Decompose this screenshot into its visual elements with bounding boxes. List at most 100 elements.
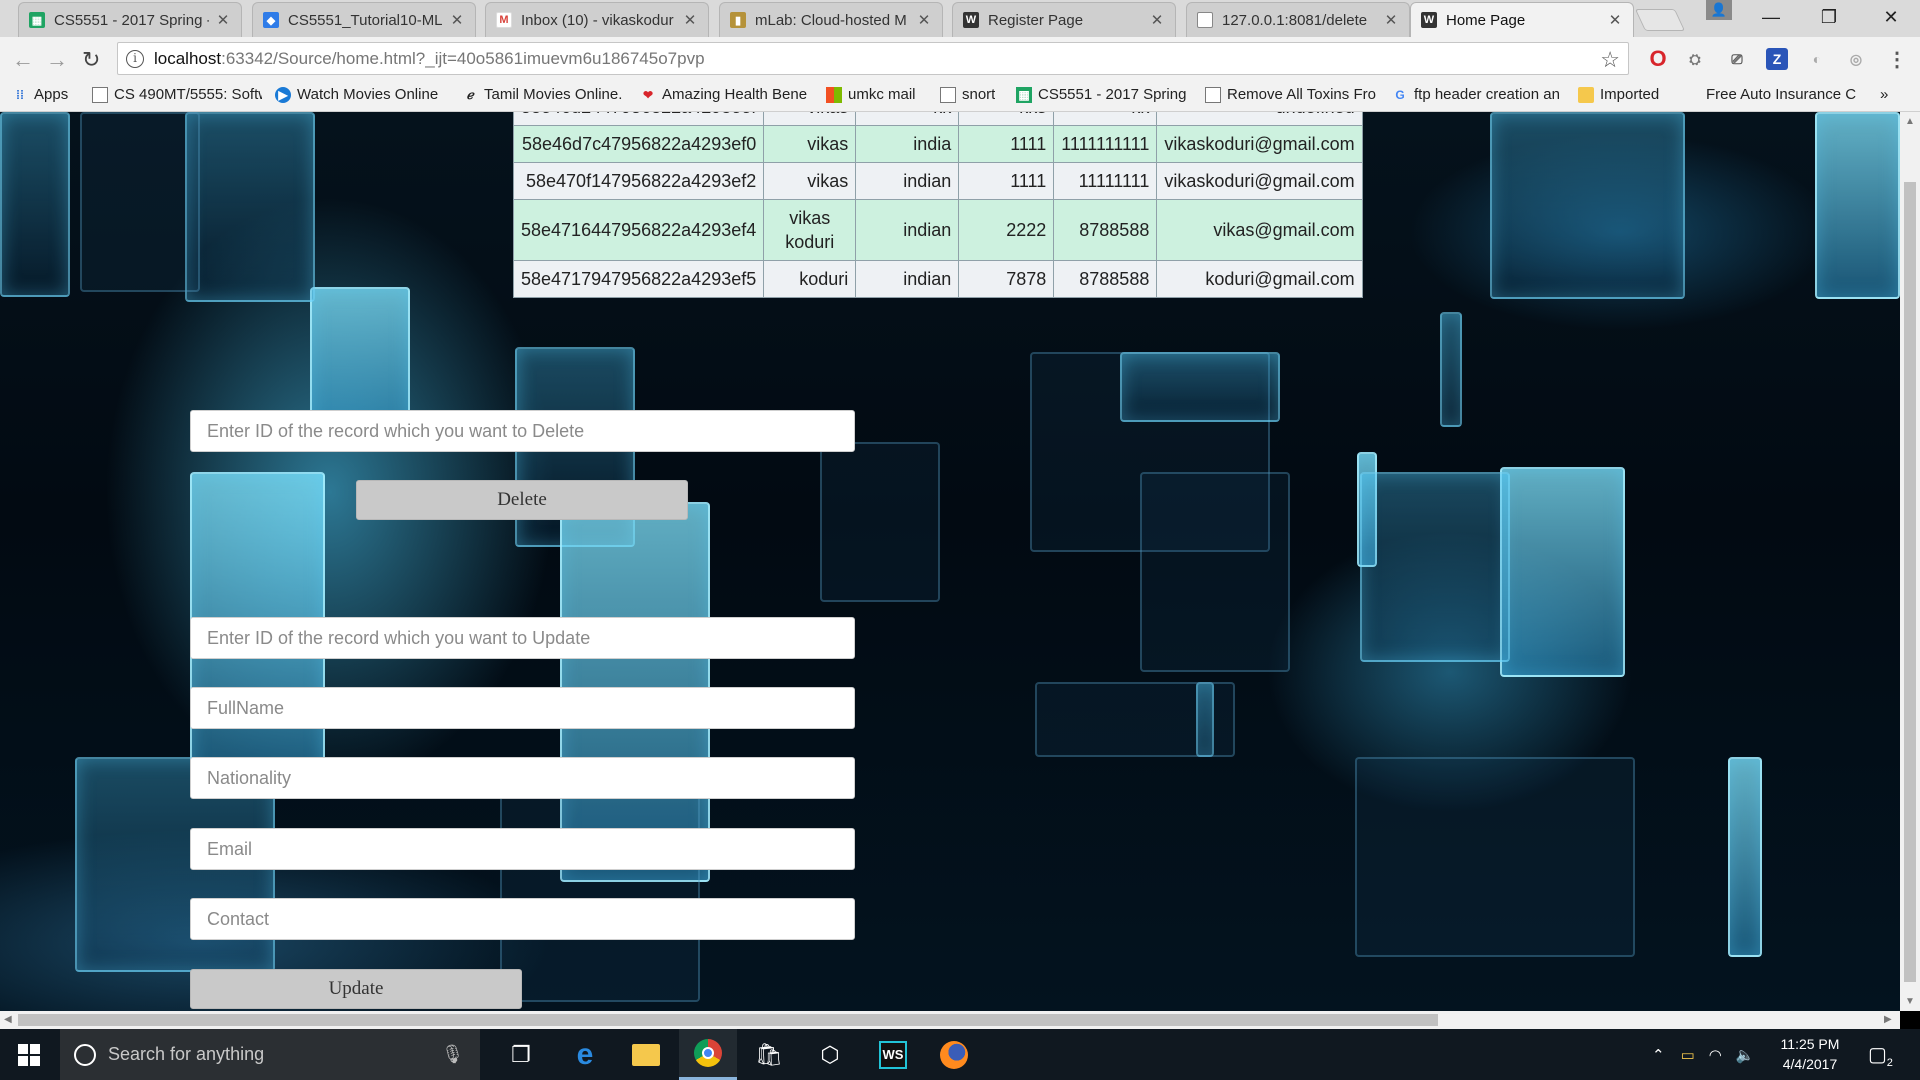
record-email: koduri@gmail.com [1156,260,1363,298]
record-phone: 8788588 [1053,260,1158,298]
tab-strip: ▦ CS5551 - 2017 Spring - ✕ ◆ CS5551_Tuto… [0,0,1920,37]
bookmark-item[interactable]: ℯ Tamil Movies Online. [462,86,632,103]
nationality-input[interactable] [190,757,855,799]
bookmark-item[interactable]: CS 490MT/5555: Softw [92,86,262,103]
bookmark-item[interactable]: Free Auto Insurance C [1706,86,1856,103]
folder-icon [1578,86,1594,103]
bookmark-apps[interactable]: ⁞⁞ Apps [12,86,68,103]
reload-icon[interactable]: ↻ [82,47,100,73]
microphone-icon[interactable]: 🎙 [441,1044,464,1065]
close-icon[interactable]: ✕ [215,11,231,29]
start-button[interactable] [0,1029,58,1080]
window-close-icon[interactable]: ✕ [1862,0,1920,34]
windows-logo-icon [18,1043,40,1066]
action-center-icon[interactable]: ▢ 2 [1868,1029,1893,1080]
browser-tab[interactable]: W Register Page ✕ [952,2,1176,37]
bookmark-item[interactable]: ▶ Watch Movies Online [275,86,445,103]
close-icon[interactable]: ✕ [449,11,465,29]
sheets-icon: ▦ [29,12,45,28]
delete-button[interactable]: Delete [356,480,688,520]
scroll-left-icon[interactable]: ◀ [4,1014,12,1025]
close-icon[interactable]: ✕ [682,11,698,29]
extension-icon[interactable]: ◐ [1806,48,1828,70]
edge-icon[interactable]: e [556,1029,614,1080]
bookmark-folder[interactable]: Imported [1578,86,1659,103]
email-input[interactable] [190,828,855,870]
profile-icon[interactable]: 👤 [1706,0,1732,20]
scroll-down-icon[interactable]: ▼ [1905,996,1915,1007]
bookmark-item[interactable]: ❤ Amazing Health Bene [640,86,812,103]
record-phone: 8788588 [1053,199,1158,261]
battery-warning-icon[interactable]: ▭ [1681,1046,1695,1064]
scroll-right-icon[interactable]: ▶ [1884,1014,1892,1025]
table-row: 58e470f147956822a4293ef2 vikas indian 11… [512,162,1363,200]
bookmark-item[interactable]: ▦ CS5551 - 2017 Spring [1016,86,1188,103]
close-icon[interactable]: ✕ [1149,11,1165,29]
contact-input[interactable] [190,898,855,940]
record-name: koduri [763,260,857,298]
extension-icon[interactable]: ◎ [1845,48,1867,70]
forward-icon[interactable]: → [46,47,68,73]
store-icon[interactable]: 🛍 [740,1029,798,1080]
taskbar-clock[interactable]: 11:25 PM 4/4/2017 [1760,1034,1860,1074]
browser-tab[interactable]: ▮ mLab: Cloud-hosted M ✕ [719,2,943,37]
record-nationality: indian [855,199,960,261]
bookmark-item[interactable]: Remove All Toxins Fro [1205,86,1385,103]
scrollbar-thumb[interactable] [18,1014,1438,1026]
bookmark-item[interactable]: Gftp header creation an [1392,86,1564,103]
restore-icon[interactable]: ❐ [1800,0,1858,34]
file-explorer-icon[interactable] [617,1029,675,1080]
heart-icon: ❤ [642,87,654,102]
webstorm-icon: W [1421,12,1437,28]
windows-taskbar: Search for anything 🎙 ❐ e 🛍 ⬡ WS ⌃ ▭ ◠ 🔈… [0,1029,1920,1080]
virtualbox-icon[interactable]: ⬡ [801,1029,859,1080]
fullname-input[interactable] [190,687,855,729]
opera-icon[interactable]: O [1647,46,1669,71]
background-decoration [80,112,200,292]
bookmark-star-icon[interactable]: ☆ [1600,47,1620,73]
close-icon[interactable]: ✕ [916,11,932,29]
minimize-icon[interactable]: — [1742,0,1800,34]
browser-tab-active[interactable]: W Home Page ✕ [1410,2,1634,37]
bookmarks-overflow-button[interactable]: » [1880,86,1888,103]
scroll-up-icon[interactable]: ▲ [1905,116,1915,127]
task-view-icon[interactable]: ❐ [492,1029,550,1080]
new-tab-button[interactable] [1634,9,1686,31]
chevron-up-icon[interactable]: ⌃ [1652,1046,1665,1064]
close-icon[interactable]: ✕ [1607,11,1623,29]
background-decoration [1490,112,1685,299]
close-icon[interactable]: ✕ [1383,11,1399,29]
record-phone: kk [1053,112,1158,126]
address-bar[interactable]: i localhost:63342/Source/home.html?_ijt=… [117,42,1629,75]
sheets-icon: ▦ [1016,86,1032,103]
chrome-icon[interactable] [679,1029,737,1080]
bookmark-item[interactable]: snort [940,86,995,103]
browser-tab[interactable]: 127.0.0.1:8081/delete ✕ [1186,2,1410,37]
info-icon[interactable]: i [126,49,144,68]
update-button[interactable]: Update [190,969,522,1009]
zotero-icon[interactable]: Z [1766,48,1788,70]
table-row: 58e46d7c47956822a4293ef0 vikas india 111… [512,125,1363,163]
volume-icon[interactable]: 🔈 [1736,1046,1755,1064]
back-icon[interactable]: ← [12,47,34,73]
browser-tab[interactable]: ▦ CS5551 - 2017 Spring - ✕ [18,2,242,37]
menu-icon[interactable]: ⋮ [1886,48,1908,71]
wifi-icon[interactable]: ◠ [1709,1046,1722,1064]
scrollbar-thumb[interactable] [1904,182,1916,982]
background-decoration [185,112,315,302]
record-contact: 7878 [958,260,1055,298]
firefox-icon[interactable] [925,1029,983,1080]
bookmarks-bar: ⁞⁞ Apps CS 490MT/5555: Softw ▶ Watch Movie… [0,80,1920,112]
update-id-input[interactable] [190,617,855,659]
horizontal-scrollbar[interactable]: ◀ ▶ [0,1011,1900,1029]
bookmark-item[interactable]: umkc mail [826,86,916,103]
taskbar-search[interactable]: Search for anything 🎙 [60,1029,480,1080]
webstorm-icon[interactable]: WS [864,1029,922,1080]
cast-icon[interactable]: ⎚ [1726,48,1748,70]
delete-id-input[interactable] [190,410,855,452]
vertical-scrollbar[interactable]: ▲ ▼ [1900,112,1920,1011]
record-id: 58e46d2447956822a4293eef [512,112,765,126]
browser-tab[interactable]: ◆ CS5551_Tutorial10-MLa ✕ [252,2,476,37]
browser-tab[interactable]: M Inbox (10) - vikaskodur ✕ [485,2,709,37]
extension-off-icon[interactable]: ⛭ [1684,48,1706,70]
